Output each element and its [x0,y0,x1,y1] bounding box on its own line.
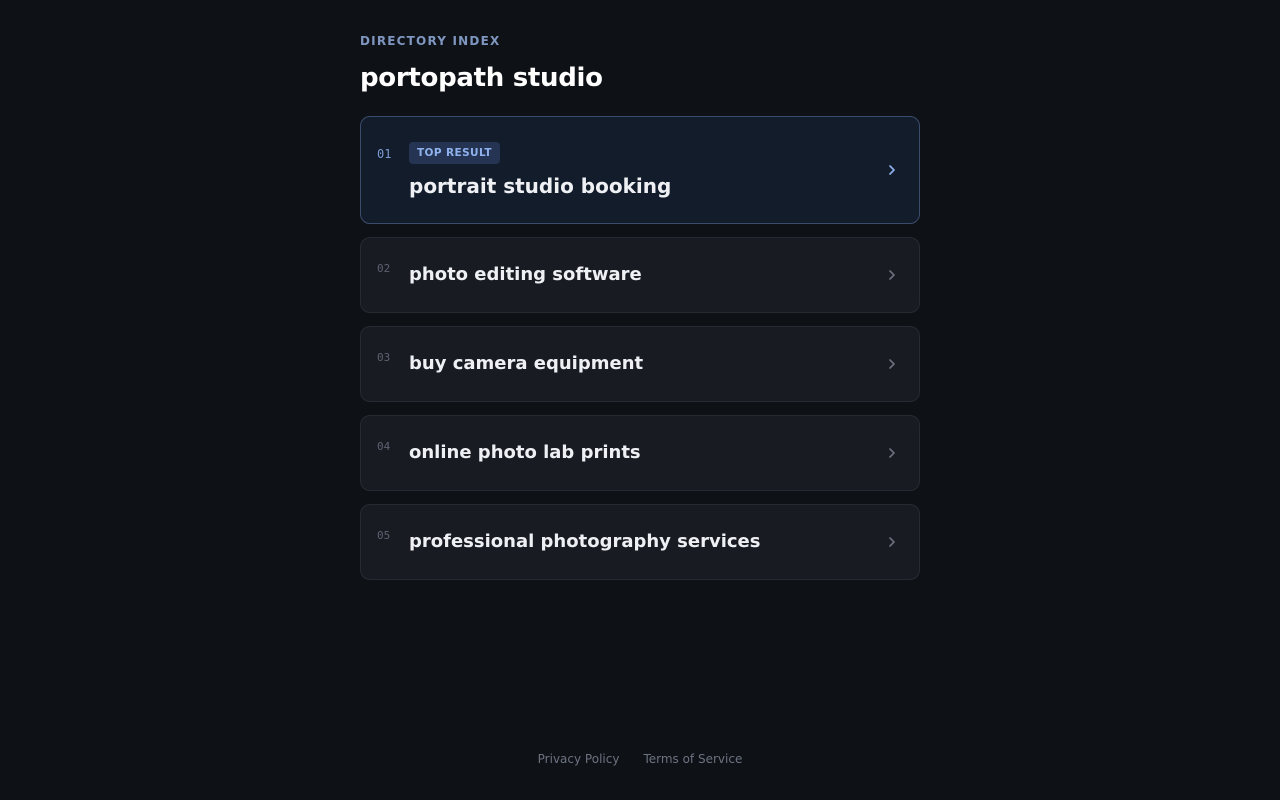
results-list: 01 TOP RESULT portrait studio booking 02… [360,116,920,580]
result-content: professional photography services [409,530,869,554]
result-item-2[interactable]: 02 photo editing software [360,237,920,313]
eyebrow-label: DIRECTORY INDEX [360,34,501,48]
result-label: online photo lab prints [409,442,641,463]
result-item-4[interactable]: 04 online photo lab prints [360,415,920,491]
result-label: portrait studio booking [409,174,672,198]
result-content: photo editing software [409,263,869,287]
result-item-1[interactable]: 01 TOP RESULT portrait studio booking [360,116,920,224]
result-item-5[interactable]: 05 professional photography services [360,504,920,580]
result-number: 02 [377,262,391,275]
footer: Privacy Policy Terms of Service [0,752,1280,766]
result-label: buy camera equipment [409,353,644,374]
page-title: portopath studio [360,63,603,93]
chevron-right-icon [887,357,897,371]
result-content: TOP RESULT portrait studio booking [409,141,869,199]
privacy-policy-link[interactable]: Privacy Policy [538,752,620,766]
result-label: professional photography services [409,531,761,552]
result-content: buy camera equipment [409,352,869,376]
top-result-badge: TOP RESULT [409,142,500,164]
chevron-right-icon [887,268,897,282]
result-number: 05 [377,529,391,542]
result-item-3[interactable]: 03 buy camera equipment [360,326,920,402]
result-number: 01 [377,147,392,161]
result-content: online photo lab prints [409,441,869,465]
chevron-right-icon [887,163,897,177]
directory-container: DIRECTORY INDEX portopath studio 01 TOP … [360,34,920,580]
chevron-right-icon [887,535,897,549]
terms-of-service-link[interactable]: Terms of Service [643,752,742,766]
result-label: photo editing software [409,264,642,285]
result-number: 04 [377,440,391,453]
result-number: 03 [377,351,391,364]
chevron-right-icon [887,446,897,460]
page: DIRECTORY INDEX portopath studio 01 TOP … [0,0,1280,800]
